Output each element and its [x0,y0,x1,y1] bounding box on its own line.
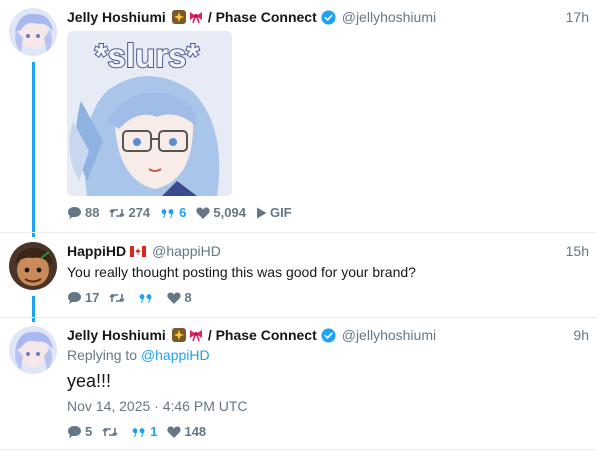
quote-button[interactable]: 6 [160,205,186,220]
tweet-time[interactable]: 9h [573,327,589,343]
tweet-timestamp[interactable]: Nov 14, 2025 · 4:46 PM UTC [67,398,248,414]
like-button[interactable]: 5,094 [196,205,246,220]
reply-icon [67,425,82,438]
tweet-text: You really thought posting this was good… [67,264,416,280]
like-button[interactable]: 8 [167,290,192,305]
retweet-icon [109,207,126,219]
avatar[interactable] [9,8,57,56]
ribbon-icon [189,330,202,342]
retweet-button[interactable]: 274 [109,205,150,220]
tweet-header: HappiHD @happiHD [67,243,221,259]
heart-icon [196,207,211,219]
verified-icon [321,9,336,25]
tweet-header: Jelly Hoshiumi / Phase Connect @jellyhos… [67,327,436,343]
quote-icon [131,426,147,438]
reply-icon [67,291,82,304]
affiliation[interactable]: / Phase Connect [208,327,317,343]
quote-icon [160,207,176,219]
ribbon-icon [189,12,202,24]
display-name[interactable]: Jelly Hoshiumi [67,327,166,343]
replying-to-link[interactable]: @happiHD [141,347,210,363]
sparkle-icon [171,10,186,24]
display-name[interactable]: Jelly Hoshiumi [67,9,166,25]
gif-badge: GIF [256,205,292,220]
reply-icon [67,206,82,219]
retweet-icon [109,292,126,304]
like-button[interactable]: 148 [167,424,206,439]
gif-media[interactable]: *slurs* [67,31,232,196]
canada-flag-icon [130,245,147,257]
avatar[interactable] [9,326,57,374]
heart-icon [167,426,182,438]
thread-line [32,296,35,322]
tweet-time[interactable]: 15h [566,243,589,259]
retweet-icon [102,426,118,438]
heart-icon [167,292,182,304]
quote-button[interactable] [138,292,157,304]
divider [0,232,597,233]
verified-icon [321,327,336,343]
quote-button[interactable]: 1 [131,424,157,439]
play-icon [256,207,267,219]
handle[interactable]: @jellyhoshiumi [342,9,436,25]
tweet-header: Jelly Hoshiumi / Phase Connect @jellyhos… [67,9,436,25]
replying-to: Replying to @happiHD [67,347,210,363]
gif-caption: *slurs* [95,37,200,74]
quote-icon [138,292,154,304]
display-name[interactable]: HappiHD [67,243,126,259]
tweet-actions: 88 274 6 5,094 GIF [67,205,302,220]
reply-button[interactable]: 88 [67,205,99,220]
handle[interactable]: @happiHD [152,243,221,259]
retweet-button[interactable] [109,292,128,304]
avatar[interactable] [9,242,57,290]
reply-button[interactable]: 17 [67,290,99,305]
retweet-button[interactable] [102,426,121,438]
tweet-time[interactable]: 17h [566,9,589,25]
tweet-actions: 17 8 [67,290,202,305]
thread-line [32,62,35,237]
sparkle-icon [171,328,186,342]
handle[interactable]: @jellyhoshiumi [342,327,436,343]
replying-prefix: Replying to [67,347,138,363]
tweet-text: yea!!! [67,371,112,391]
tweet-actions: 5 1 148 [67,424,216,439]
reply-button[interactable]: 5 [67,424,92,439]
affiliation[interactable]: / Phase Connect [208,9,317,25]
divider [0,449,597,450]
divider [0,317,597,318]
